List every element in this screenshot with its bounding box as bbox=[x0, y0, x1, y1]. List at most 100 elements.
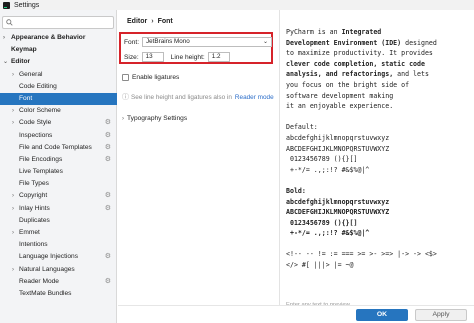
chevron-right-icon[interactable]: › bbox=[3, 32, 5, 44]
settings-search-input[interactable] bbox=[2, 16, 114, 29]
project-scope-icon: ⚙ bbox=[104, 253, 111, 261]
ligatures-checkbox[interactable] bbox=[122, 74, 129, 81]
line-height-label: Line height: bbox=[170, 53, 205, 61]
chevron-right-icon[interactable]: › bbox=[12, 203, 14, 215]
ok-button[interactable]: OK bbox=[356, 309, 408, 321]
sidebar-item-general[interactable]: › General bbox=[0, 69, 117, 81]
preview-bold-upper: ABCDEFGHIJKLMNOPQRSTUVWXYZ bbox=[286, 208, 390, 217]
sidebar-item-label: File Encodings bbox=[19, 155, 63, 163]
font-dropdown[interactable]: JetBrains Mono ⌄ bbox=[142, 37, 273, 47]
chevron-right-icon[interactable]: › bbox=[12, 69, 14, 81]
sidebar-item-live-templates[interactable]: Live Templates bbox=[0, 166, 117, 178]
sidebar-item-inlay-hints[interactable]: › Inlay Hints ⚙ bbox=[0, 203, 117, 215]
size-field[interactable]: 13 bbox=[141, 52, 164, 62]
sidebar-item-label: Intentions bbox=[19, 241, 48, 249]
pycharm-app-icon bbox=[3, 1, 10, 9]
sidebar-item-label: Copyright bbox=[19, 192, 48, 200]
preview-line3: to maximize productivity. It provides bbox=[286, 49, 433, 58]
chevron-right-icon[interactable]: › bbox=[12, 264, 14, 276]
chevron-right-icon[interactable]: › bbox=[12, 190, 14, 202]
preview-default-upper: ABCDEFGHIJKLMNOPQRSTUVWXYZ bbox=[286, 144, 390, 153]
sidebar-item-file-and-code-templates[interactable]: File and Code Templates ⚙ bbox=[0, 142, 117, 154]
sidebar-item-file-encodings[interactable]: File Encodings ⚙ bbox=[0, 154, 117, 166]
chevron-right-icon[interactable]: › bbox=[12, 117, 14, 129]
sidebar-item-intentions[interactable]: Intentions bbox=[0, 239, 117, 251]
sidebar-item-label: File and Code Templates bbox=[19, 143, 92, 151]
project-scope-icon: ⚙ bbox=[104, 155, 111, 163]
font-label: Font: bbox=[124, 38, 140, 46]
sidebar-item-textmate-bundles[interactable]: TextMate Bundles bbox=[0, 288, 117, 300]
font-dropdown-value: JetBrains Mono bbox=[146, 38, 190, 45]
search-icon bbox=[6, 19, 13, 26]
ligatures-row[interactable]: Enable ligatures bbox=[122, 74, 179, 81]
sidebar-item-appearance-behavior[interactable]: › Appearance & Behavior bbox=[0, 32, 117, 44]
preview-default-symbols: +-*/= .,;:!? #&$%@|^ bbox=[286, 165, 370, 174]
preview-intro-bold: Integrated bbox=[341, 28, 382, 36]
preview-bold-label: Bold: bbox=[286, 186, 306, 195]
project-scope-icon: ⚙ bbox=[104, 143, 111, 151]
sidebar-item-color-scheme[interactable]: › Color Scheme bbox=[0, 105, 117, 117]
reader-mode-link[interactable]: Reader mode bbox=[235, 94, 274, 101]
sidebar-item-label: Editor bbox=[11, 58, 31, 66]
preview-default-digits: 0123456789 (){}[] bbox=[286, 155, 358, 164]
font-preview-pane[interactable]: PyCharm is an Integrated Development Env… bbox=[279, 10, 474, 308]
breadcrumb-editor: Editor bbox=[127, 17, 148, 25]
window-title: Settings bbox=[14, 1, 40, 9]
project-scope-icon: ⚙ bbox=[104, 192, 111, 200]
sidebar-item-keymap[interactable]: Keymap bbox=[0, 44, 117, 56]
typography-settings-label: Typography Settings bbox=[127, 115, 188, 122]
sidebar-item-inspections[interactable]: Inspections ⚙ bbox=[0, 130, 117, 142]
preview-line5-bold: analysis, and refactorings, bbox=[286, 70, 394, 79]
info-line: ⓘ See line height and ligatures also in … bbox=[122, 92, 274, 102]
sidebar-item-editor[interactable]: ⌄ Editor bbox=[0, 56, 117, 68]
sidebar-item-label: Inspections bbox=[19, 131, 53, 139]
preview-bold-lower: abcdefghijklmnopqrstuvwxyz bbox=[286, 197, 390, 206]
sidebar-item-code-editing[interactable]: Code Editing bbox=[0, 81, 117, 93]
breadcrumb-font: Font bbox=[157, 17, 173, 25]
sidebar-item-label: Font bbox=[19, 94, 33, 102]
sidebar-item-label: Duplicates bbox=[19, 216, 50, 224]
sidebar-item-label: Live Templates bbox=[19, 168, 63, 176]
typography-settings-toggle[interactable]: › Typography Settings bbox=[122, 115, 187, 122]
preview-line6: you focus on the bright side of bbox=[286, 80, 410, 89]
preview-ligatures-line2: </> #[ |||> |= ~@ bbox=[286, 261, 354, 270]
preview-text: PyCharm is an Integrated Development Env… bbox=[286, 27, 472, 271]
sidebar-item-natural-languages[interactable]: › Natural Languages bbox=[0, 264, 117, 276]
preview-bold-digits: 0123456789 (){}[] bbox=[286, 218, 358, 227]
project-scope-icon: ⚙ bbox=[104, 204, 111, 212]
preview-default-lower: abcdefghijklmnopqrstuvwxyz bbox=[286, 133, 390, 142]
sidebar-item-language-injections[interactable]: Language Injections ⚙ bbox=[0, 251, 117, 263]
sidebar-item-copyright[interactable]: › Copyright ⚙ bbox=[0, 190, 117, 202]
breadcrumb-separator: › bbox=[151, 17, 154, 25]
sidebar-item-emmet[interactable]: › Emmet bbox=[0, 227, 117, 239]
preview-intro-prefix: PyCharm is an bbox=[286, 28, 342, 36]
sidebar-item-duplicates[interactable]: Duplicates bbox=[0, 215, 117, 227]
sidebar-item-file-types[interactable]: File Types bbox=[0, 178, 117, 190]
chevron-down-icon: ⌄ bbox=[263, 39, 269, 45]
preview-line8: it an enjoyable experience. bbox=[286, 102, 394, 111]
line-height-field[interactable]: 1.2 bbox=[207, 52, 230, 62]
sidebar-item-font[interactable]: Font bbox=[0, 92, 117, 106]
sidebar-item-label: Keymap bbox=[11, 46, 37, 54]
font-settings-panel: Font: JetBrains Mono ⌄ Size: 13 Line hei… bbox=[119, 32, 273, 64]
chevron-right-icon: › bbox=[122, 115, 124, 122]
sidebar-item-label: TextMate Bundles bbox=[19, 289, 72, 297]
chevron-right-icon[interactable]: › bbox=[12, 227, 14, 239]
chevron-down-icon[interactable]: ⌄ bbox=[3, 56, 8, 68]
sidebar-item-label: Natural Languages bbox=[19, 265, 75, 273]
project-scope-icon: ⚙ bbox=[104, 131, 111, 139]
sidebar-item-code-style[interactable]: › Code Style ⚙ bbox=[0, 117, 117, 129]
settings-sidebar: › Appearance & Behavior Keymap ⌄ Editor › Gene… bbox=[0, 10, 117, 323]
info-text: See line height and ligatures also in bbox=[131, 93, 232, 101]
settings-tree: › Appearance & Behavior Keymap ⌄ Editor › Gene… bbox=[0, 32, 117, 300]
project-scope-icon: ⚙ bbox=[104, 277, 111, 285]
sidebar-item-label: Code Style bbox=[19, 119, 52, 127]
dialog-footer: OK Apply bbox=[118, 305, 474, 323]
apply-button[interactable]: Apply bbox=[415, 309, 467, 321]
preview-bold-symbols: +-*/= .,;:!? #&$%@|^ bbox=[286, 229, 370, 238]
chevron-right-icon[interactable]: › bbox=[12, 105, 14, 117]
sidebar-item-reader-mode[interactable]: Reader Mode ⚙ bbox=[0, 276, 117, 288]
preview-ligatures-line1: <!-- -- != := === >= >- >=> |-> -> <$> bbox=[286, 250, 437, 259]
project-scope-icon: ⚙ bbox=[104, 119, 111, 127]
sidebar-item-label: Code Editing bbox=[19, 82, 57, 90]
